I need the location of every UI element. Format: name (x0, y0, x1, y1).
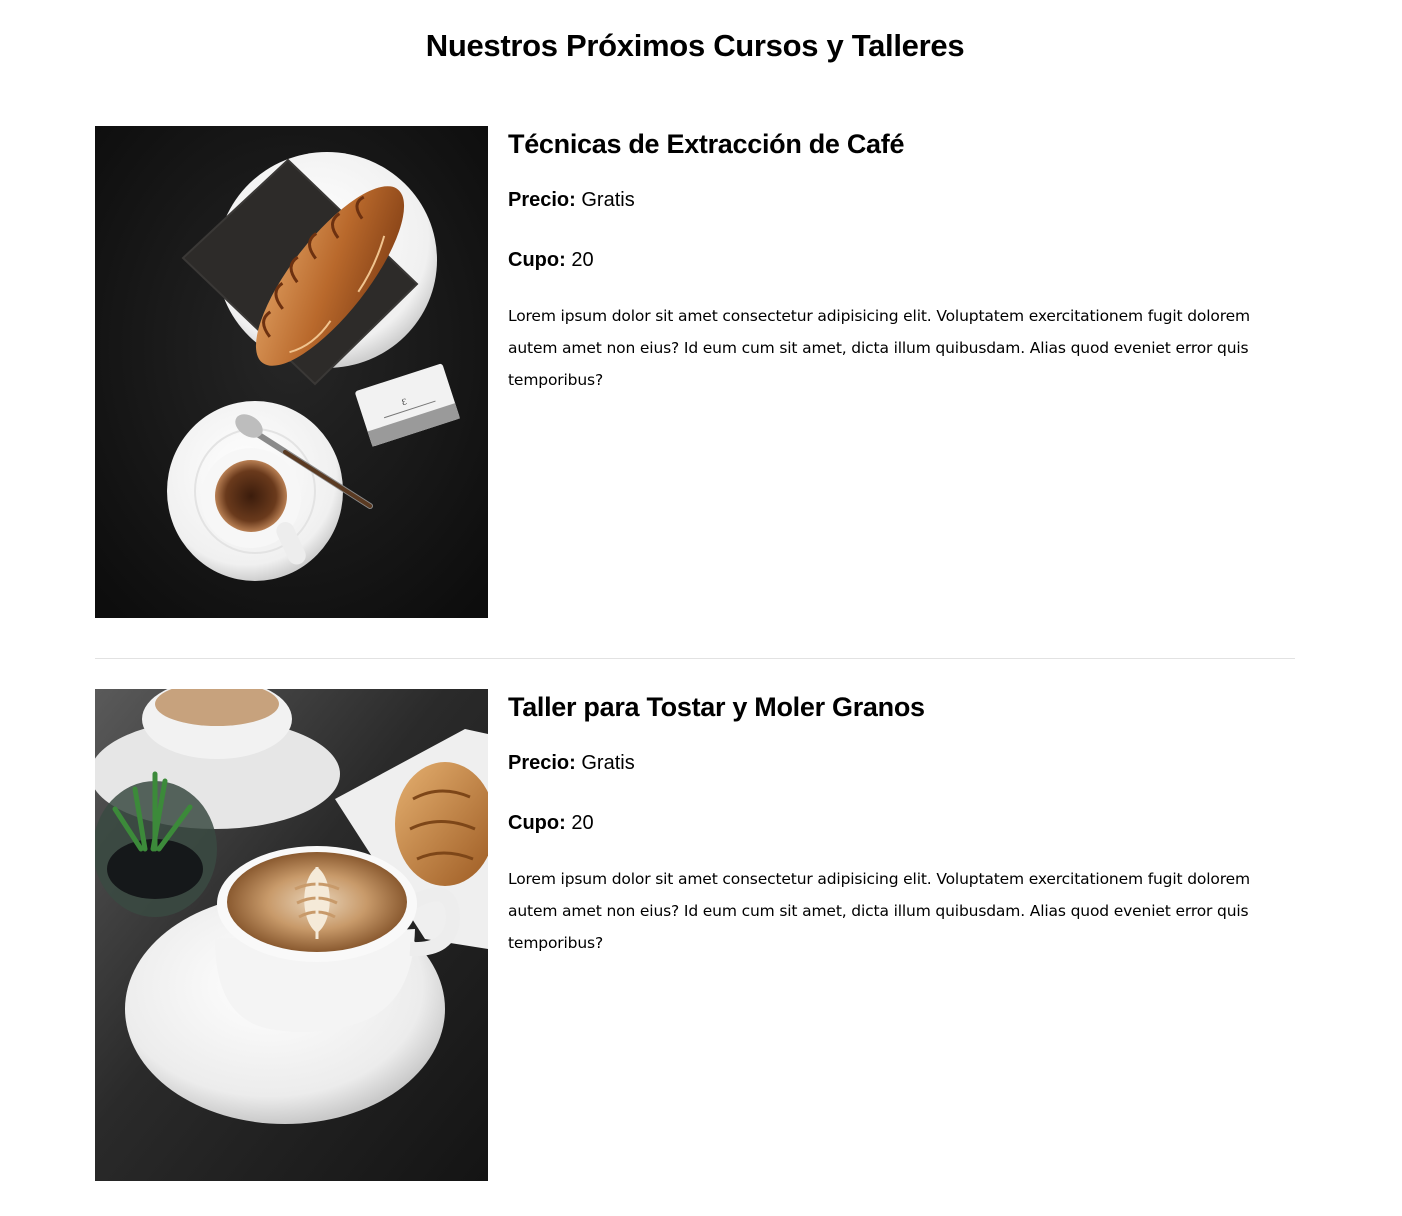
course-capacity: Cupo: 20 (508, 247, 594, 273)
price-value: Gratis (581, 752, 635, 774)
course-price: Precio: Gratis (508, 187, 635, 213)
course-card: Taller para Tostar y Moler Granos Precio… (95, 689, 1295, 1181)
page-title: Nuestros Próximos Cursos y Talleres (425, 28, 965, 63)
capacity-label: Cupo: (508, 812, 566, 834)
course-info: Técnicas de Extracción de Café Precio: G… (508, 126, 1295, 389)
course-title: Técnicas de Extracción de Café (508, 129, 905, 159)
course-title: Taller para Tostar y Moler Granos (508, 692, 925, 722)
course-description: Lorem ipsum dolor sit amet consectetur a… (508, 870, 1250, 952)
price-label: Precio: (508, 752, 576, 774)
course-description: Lorem ipsum dolor sit amet consectetur a… (508, 307, 1250, 389)
capacity-value: 20 (571, 812, 594, 834)
capacity-label: Cupo: (508, 249, 566, 271)
price-label: Precio: (508, 189, 576, 211)
course-capacity: Cupo: 20 (508, 810, 594, 836)
capacity-value: 20 (571, 249, 594, 271)
price-value: Gratis (581, 189, 635, 211)
course-image-espresso-croissant: Ɛ (95, 126, 488, 618)
course-card: Ɛ Técnicas de Extracción de Café Precio:… (95, 126, 1295, 618)
course-price: Precio: Gratis (508, 750, 635, 776)
course-image-latte-art (95, 689, 488, 1181)
course-info: Taller para Tostar y Moler Granos Precio… (508, 689, 1295, 952)
divider (95, 658, 1295, 659)
